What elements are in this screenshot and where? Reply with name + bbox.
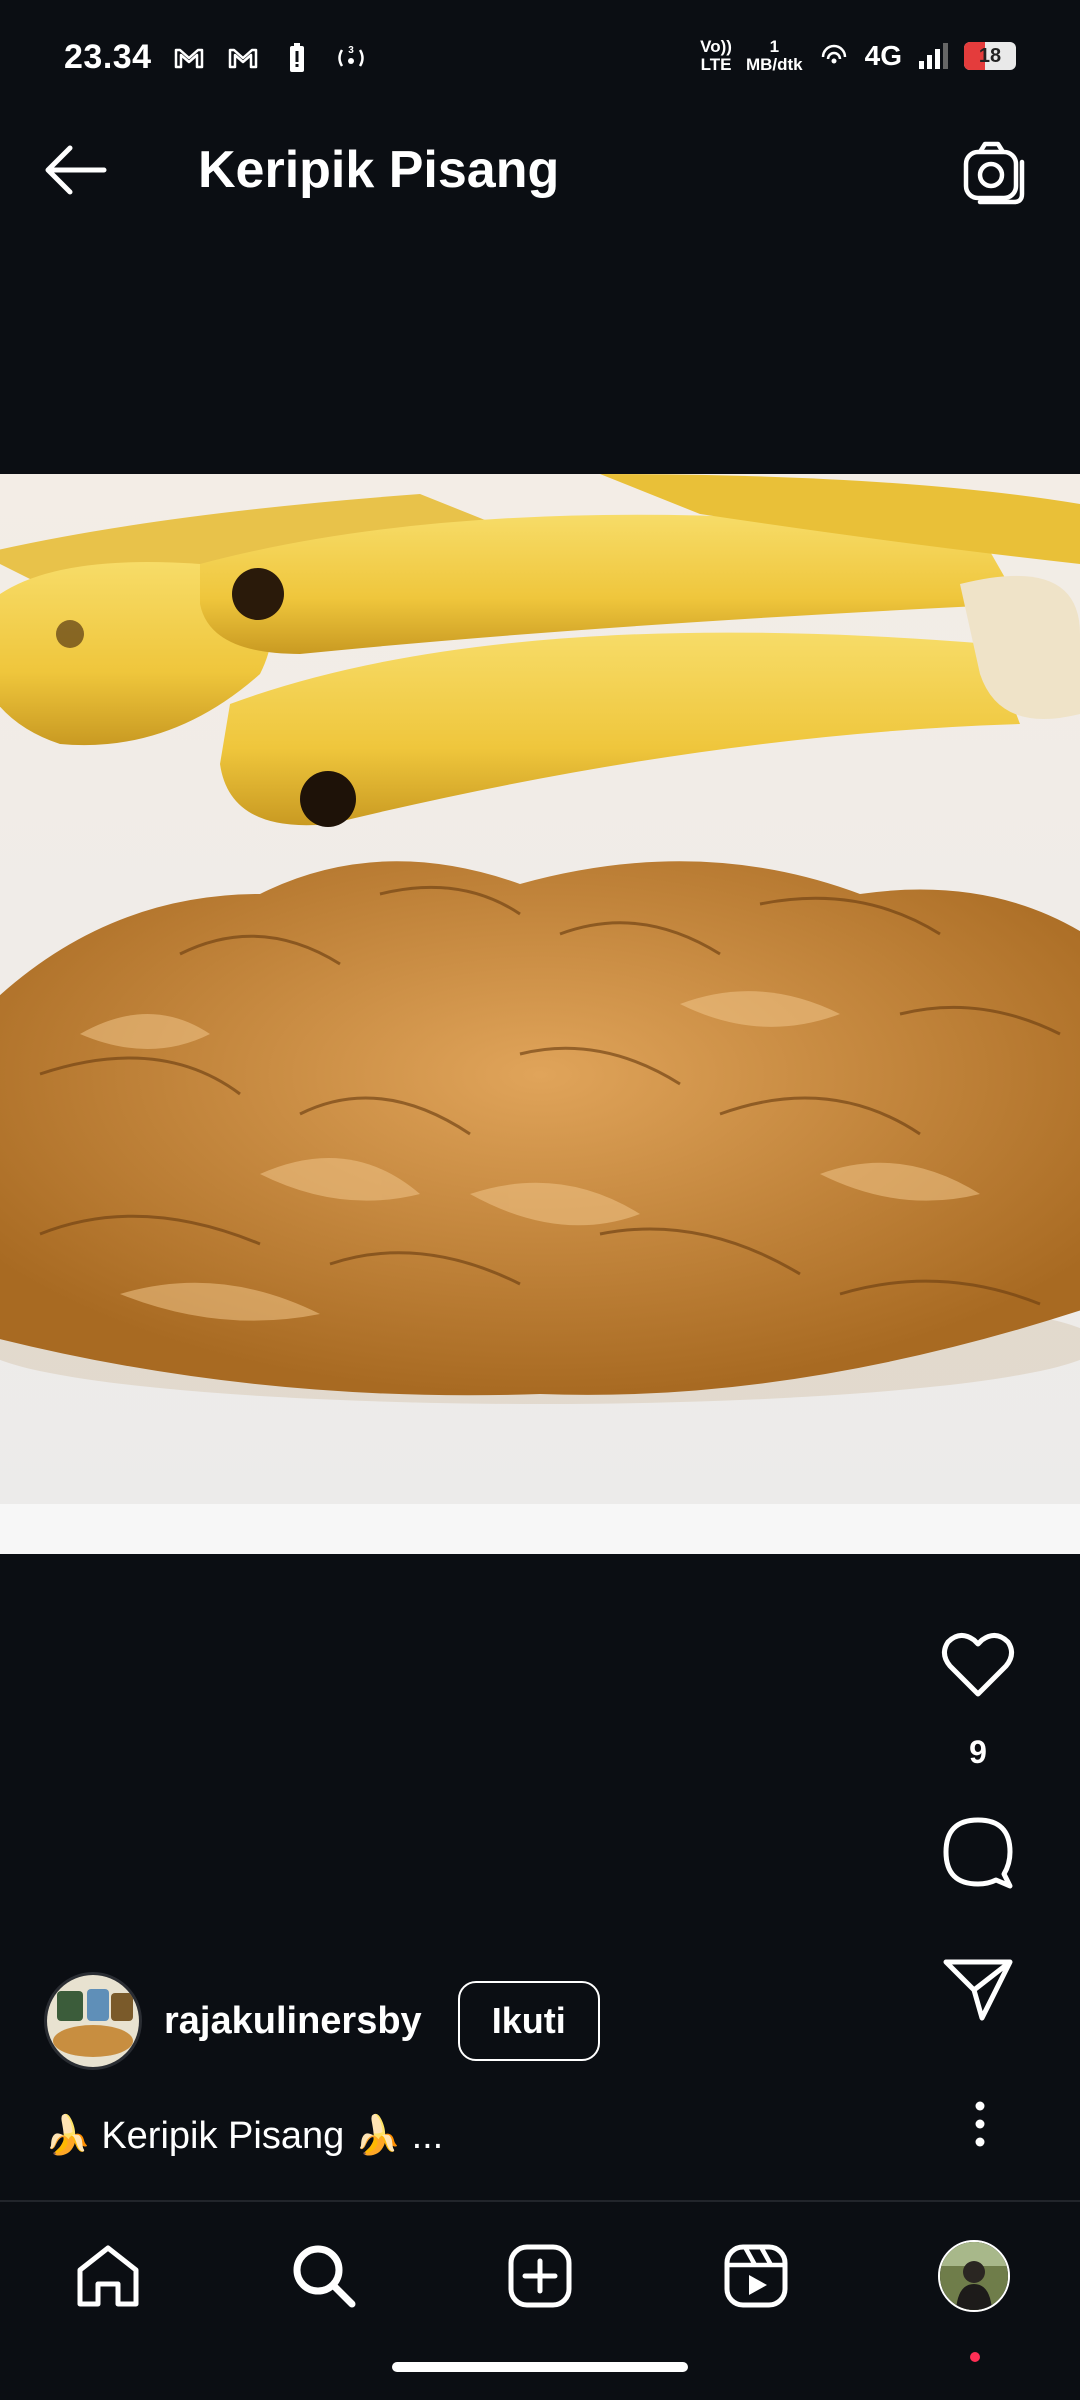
heart-icon — [942, 1633, 1014, 1697]
volte-indicator: Vo)) LTE — [700, 37, 732, 74]
post-image[interactable] — [0, 474, 1080, 1554]
follow-button[interactable]: Ikuti — [457, 1981, 600, 2061]
battery-icon: 18 — [964, 42, 1016, 70]
send-icon — [943, 1959, 1013, 2021]
comment-icon — [943, 1817, 1013, 1889]
hotspot-count: 3 — [348, 45, 354, 56]
signal-icon — [919, 43, 948, 69]
more-options-icon[interactable] — [952, 2096, 1008, 2152]
banana-emoji: 🍌 — [354, 2115, 402, 2157]
wireless-icon — [821, 44, 846, 64]
status-time: 23.34 — [64, 38, 152, 76]
nav-create[interactable] — [500, 2236, 580, 2316]
like-button[interactable] — [908, 1630, 1048, 1700]
network-speed: 1 MB/dtk — [745, 37, 803, 74]
profile-avatar — [938, 2240, 1010, 2312]
author-username[interactable]: rajakulinersby — [164, 2000, 422, 2043]
camera-icon[interactable] — [960, 138, 1028, 206]
caption-text: Keripik Pisang — [101, 2114, 345, 2157]
nav-reels[interactable] — [716, 2236, 796, 2316]
home-indicator[interactable] — [392, 2362, 688, 2372]
post-caption[interactable]: 🍌 Keripik Pisang 🍌 ... — [44, 2114, 443, 2158]
share-button[interactable] — [908, 1956, 1048, 2022]
nav-profile[interactable] — [934, 2236, 1014, 2362]
gmail-icon — [228, 48, 257, 68]
reels-icon — [724, 2244, 788, 2308]
network-type: 4G — [864, 40, 902, 71]
nav-search[interactable] — [284, 2236, 364, 2316]
like-count[interactable]: 9 — [908, 1734, 1048, 1771]
notification-dot — [970, 2352, 980, 2362]
back-arrow-icon[interactable] — [40, 140, 116, 200]
top-bar: Keripik Pisang — [0, 92, 1080, 252]
page-title: Keripik Pisang — [198, 141, 560, 199]
home-icon — [77, 2245, 139, 2307]
search-icon — [293, 2245, 356, 2308]
hotspot-icon: 3 — [337, 45, 364, 67]
alert-battery-icon — [289, 42, 304, 72]
add-post-icon — [508, 2244, 572, 2308]
nav-home[interactable] — [68, 2236, 148, 2316]
battery-level: 18 — [978, 44, 1002, 67]
author-avatar[interactable] — [44, 1972, 142, 2070]
gmail-icon — [174, 48, 203, 68]
caption-more[interactable]: ... — [412, 2115, 444, 2158]
banana-emoji: 🍌 — [44, 2115, 92, 2157]
comment-button[interactable] — [908, 1814, 1048, 1890]
post-author: rajakulinersby Ikuti — [44, 1972, 600, 2070]
status-bar: 23.34 3 Vo)) LTE 1 MB/dtk 4G 18 — [0, 0, 1080, 92]
